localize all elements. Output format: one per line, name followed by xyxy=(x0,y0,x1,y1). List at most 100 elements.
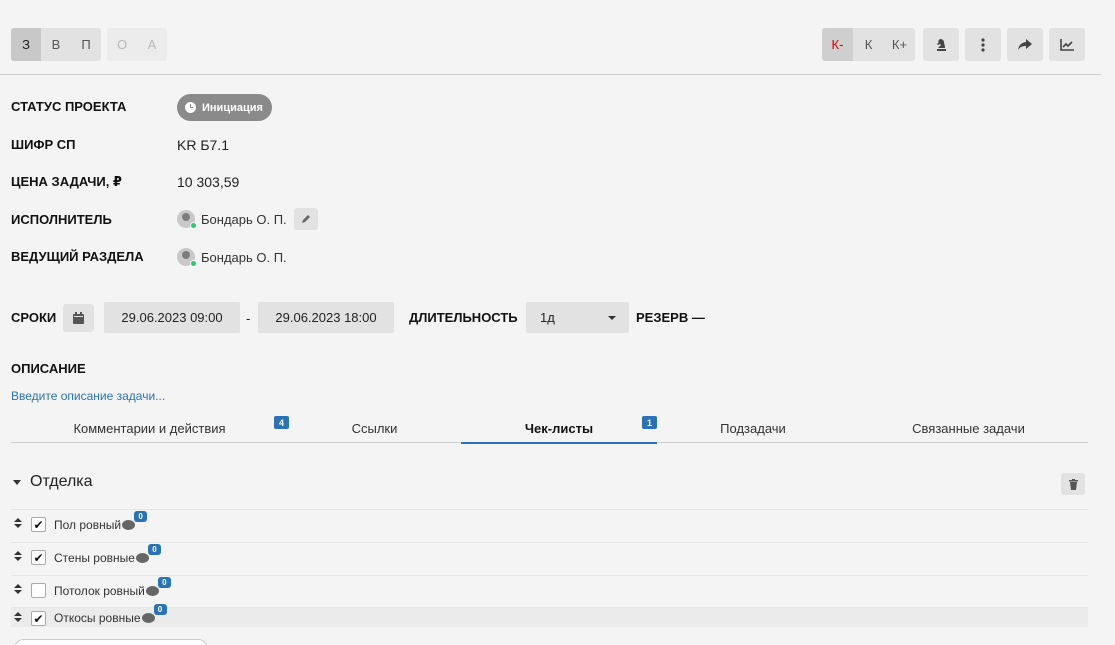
assignee[interactable]: Бондарь О. П. xyxy=(177,210,287,229)
list-item: ✔ Пол ровный 0 xyxy=(11,509,1088,542)
list-item: ✔ Стены ровные 0 xyxy=(11,542,1088,575)
duration-select[interactable]: 1д xyxy=(526,302,629,333)
description-label: ОПИСАНИЕ xyxy=(11,361,86,376)
price-label: ЦЕНА ЗАДАЧИ, ₽ xyxy=(11,174,122,189)
duration-value: 1д xyxy=(540,310,555,325)
clock-icon xyxy=(185,102,196,113)
start-date-input[interactable]: 29.06.2023 09:00 xyxy=(104,302,240,333)
tab-label: Комментарии и действия xyxy=(73,421,226,436)
online-status-icon xyxy=(190,222,197,229)
priority-group: К- К К+ xyxy=(822,28,915,61)
tab-related-tasks[interactable]: Связанные задачи xyxy=(849,414,1088,443)
tab-label: Ссылки xyxy=(351,421,398,436)
tab-links[interactable]: Ссылки xyxy=(288,414,461,443)
view-p-button[interactable]: П xyxy=(71,28,101,61)
chevron-down-icon xyxy=(608,316,616,320)
avatar xyxy=(177,248,197,267)
item-checkbox[interactable]: ✔ xyxy=(31,550,46,565)
chart-icon xyxy=(1060,38,1074,51)
end-date-input[interactable]: 29.06.2023 18:00 xyxy=(258,302,394,333)
chess-knight-button[interactable] xyxy=(923,28,959,61)
comment-count-badge: 0 xyxy=(147,544,161,555)
trash-icon xyxy=(1068,478,1078,490)
avatar xyxy=(177,210,197,229)
list-item: Потолок ровный 0 xyxy=(11,575,1088,608)
drag-handle-icon[interactable] xyxy=(14,584,22,596)
chart-button[interactable] xyxy=(1049,28,1085,61)
add-checklist-item-button[interactable] xyxy=(14,639,208,645)
tab-subtasks[interactable]: Подзадачи xyxy=(657,414,849,443)
tab-comments[interactable]: Комментарии и действия xyxy=(11,414,288,443)
view-z-button[interactable]: З xyxy=(11,28,41,61)
tab-label: Связанные задачи xyxy=(912,421,1025,436)
price-value: 10 303,59 xyxy=(177,174,240,190)
delete-checklist-button[interactable] xyxy=(1061,473,1085,495)
assignee-name: Бондарь О. П. xyxy=(201,211,287,227)
share-button[interactable] xyxy=(1007,28,1043,61)
chevron-down-icon xyxy=(13,479,21,485)
checklists-count-badge: 1 xyxy=(642,416,658,429)
tab-label: Чек-листы xyxy=(524,420,594,436)
priority-low-button[interactable]: К- xyxy=(822,28,853,61)
calendar-button[interactable] xyxy=(63,304,94,332)
chess-knight-icon xyxy=(936,38,946,51)
comment-icon[interactable]: 0 xyxy=(145,577,171,596)
comment-count-badge: 0 xyxy=(134,511,148,522)
item-label-wrap: Откосы ровные 0 xyxy=(54,604,167,625)
checklist-header[interactable]: Отделка xyxy=(13,473,93,491)
comment-icon[interactable]: 0 xyxy=(122,511,148,530)
tab-checklists[interactable]: Чек-листы xyxy=(461,414,657,444)
lead-name: Бондарь О. П. xyxy=(201,249,287,265)
description-input[interactable]: Введите описание задачи... xyxy=(11,389,165,403)
more-button[interactable] xyxy=(965,28,1001,61)
share-icon xyxy=(1018,38,1032,50)
status-badge[interactable]: Инициация xyxy=(177,94,272,121)
calendar-icon xyxy=(73,312,84,324)
item-checkbox[interactable] xyxy=(31,583,46,598)
more-vertical-icon xyxy=(981,37,985,52)
toolbar: З В П О А К- К К+ xyxy=(0,0,1101,75)
comment-count-badge: 0 xyxy=(157,577,171,588)
task-tabs: Комментарии и действия 4 Ссылки Чек-лист… xyxy=(11,414,1088,444)
reserve-label: РЕЗЕРВ — xyxy=(636,310,705,325)
assignee-label: ИСПОЛНИТЕЛЬ xyxy=(11,212,112,227)
duration-label: ДЛИТЕЛЬНОСТЬ xyxy=(409,310,518,325)
checklist-title: Отделка xyxy=(30,473,93,490)
comments-count-badge: 4 xyxy=(274,416,290,429)
priority-normal-button[interactable]: К xyxy=(853,28,884,61)
item-label: Откосы ровные xyxy=(54,611,141,625)
date-separator: - xyxy=(246,311,251,326)
drag-handle-icon[interactable] xyxy=(14,551,22,563)
comment-icon[interactable]: 0 xyxy=(141,604,167,623)
status-badge-text: Инициация xyxy=(202,101,263,114)
item-label: Стены ровные xyxy=(54,551,135,565)
comment-count-badge: 0 xyxy=(153,604,167,615)
item-label-wrap: Потолок ровный 0 xyxy=(54,577,171,598)
tab-label: Подзадачи xyxy=(720,421,786,436)
view-v-button[interactable]: В xyxy=(41,28,71,61)
status-label: СТАТУС ПРОЕКТА xyxy=(11,99,127,114)
dates-label: СРОКИ xyxy=(11,310,57,325)
view-o-button[interactable]: О xyxy=(107,28,137,61)
lead-label: ВЕДУЩИЙ РАЗДЕЛА xyxy=(11,249,144,264)
comment-icon[interactable]: 0 xyxy=(135,544,161,563)
online-status-icon xyxy=(190,260,197,267)
priority-high-button[interactable]: К+ xyxy=(884,28,915,61)
item-label: Потолок ровный xyxy=(54,584,145,598)
item-checkbox[interactable]: ✔ xyxy=(31,517,46,532)
code-value: KR Б7.1 xyxy=(177,137,229,153)
view-toggle-group-disabled: О А xyxy=(107,28,167,61)
section-lead[interactable]: Бондарь О. П. xyxy=(177,248,287,267)
item-label-wrap: Стены ровные 0 xyxy=(54,544,161,565)
item-checkbox[interactable]: ✔ xyxy=(31,611,46,626)
edit-assignee-button[interactable] xyxy=(294,208,318,230)
item-label-wrap: Пол ровный 0 xyxy=(54,511,148,532)
pencil-icon xyxy=(302,215,310,223)
drag-handle-icon[interactable] xyxy=(14,612,22,624)
drag-handle-icon[interactable] xyxy=(14,518,22,530)
code-label: ШИФР СП xyxy=(11,137,76,152)
list-item: ✔ Откосы ровные 0 xyxy=(11,604,1088,627)
item-label: Пол ровный xyxy=(54,518,122,532)
view-a-button[interactable]: А xyxy=(137,28,167,61)
view-toggle-group: З В П xyxy=(11,28,101,61)
